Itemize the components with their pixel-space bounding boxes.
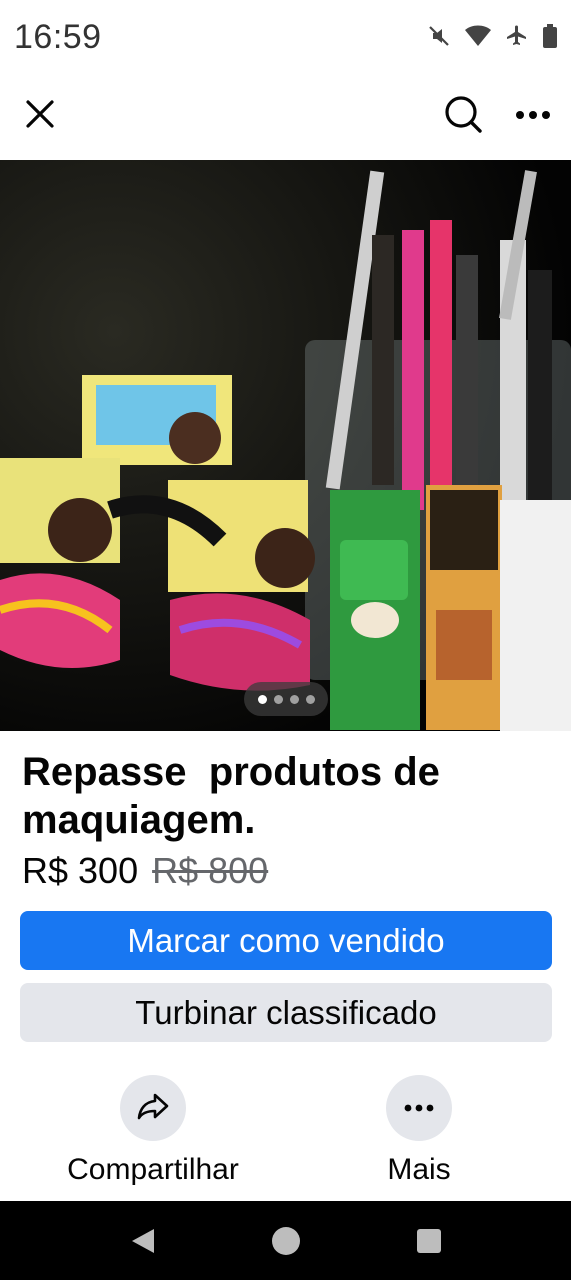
pager-dot bbox=[273, 694, 283, 704]
search-button[interactable] bbox=[441, 94, 485, 138]
status-bar: 16:59 bbox=[0, 0, 571, 76]
pager-dot bbox=[305, 694, 315, 704]
original-price: R$ 800 bbox=[152, 850, 269, 891]
mute-icon bbox=[427, 24, 451, 48]
listing-title: Repasse produtos de maquiagem. bbox=[22, 750, 451, 842]
listing-photo[interactable] bbox=[0, 160, 571, 731]
share-icon bbox=[136, 1089, 170, 1128]
search-icon bbox=[443, 94, 483, 139]
home-icon[interactable] bbox=[272, 1227, 300, 1255]
price-row: R$ 300 R$ 800 bbox=[22, 850, 268, 892]
mark-as-sold-button[interactable]: Marcar como vendido bbox=[20, 911, 552, 970]
boost-listing-button[interactable]: Turbinar classificado bbox=[20, 983, 552, 1042]
share-action[interactable]: Compartilhar bbox=[53, 1075, 253, 1187]
listing-price: R$ 300 bbox=[22, 850, 139, 891]
pager-dot bbox=[289, 694, 299, 704]
more-horizontal-icon bbox=[404, 1099, 434, 1117]
more-label: Mais bbox=[387, 1153, 451, 1186]
more-button[interactable] bbox=[386, 1075, 452, 1141]
status-time: 16:59 bbox=[14, 18, 102, 56]
status-icons bbox=[427, 24, 557, 48]
close-icon bbox=[24, 98, 56, 135]
close-button[interactable] bbox=[18, 94, 62, 138]
more-icon bbox=[515, 107, 551, 125]
recent-apps-icon[interactable] bbox=[417, 1229, 441, 1253]
share-label: Compartilhar bbox=[67, 1153, 239, 1186]
share-button[interactable] bbox=[120, 1075, 186, 1141]
back-icon[interactable] bbox=[130, 1227, 156, 1260]
listing-photo-image bbox=[0, 160, 571, 731]
wifi-icon bbox=[465, 25, 491, 47]
airplane-icon bbox=[505, 24, 529, 48]
top-bar bbox=[0, 76, 571, 160]
more-action[interactable]: Mais bbox=[319, 1075, 519, 1187]
system-nav-bar bbox=[0, 1201, 571, 1280]
pager-dot bbox=[257, 694, 267, 704]
photo-pager bbox=[244, 682, 328, 716]
more-options-button[interactable] bbox=[511, 94, 555, 138]
battery-icon bbox=[543, 24, 557, 48]
